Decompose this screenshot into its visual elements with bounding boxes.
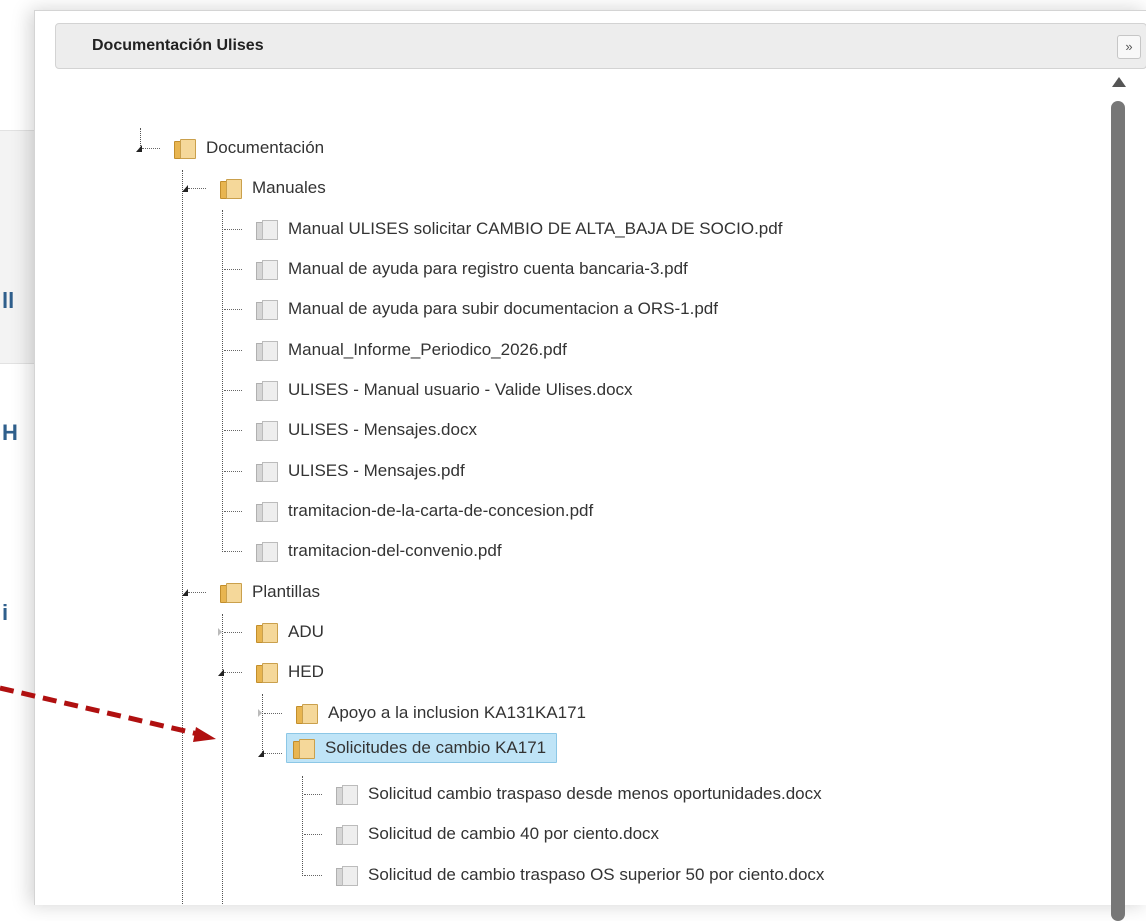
annotation-arrow [0, 685, 216, 742]
annotation-arrow-head [193, 727, 216, 742]
annotation-arrow-line [0, 685, 199, 737]
